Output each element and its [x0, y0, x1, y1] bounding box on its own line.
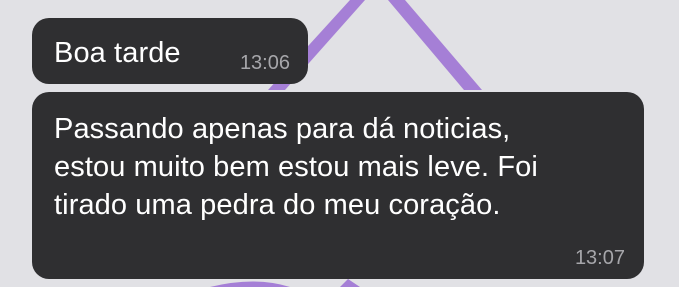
wallpaper-shape: [388, 0, 482, 90]
message-bubble[interactable]: Passando apenas para dá noticias, estou …: [32, 92, 644, 279]
wallpaper-shape: [210, 281, 290, 287]
message-bubble[interactable]: Boa tarde 13:06: [32, 18, 308, 84]
message-timestamp: 13:06: [239, 52, 290, 74]
wallpaper-shape: [340, 279, 360, 287]
message-text: Passando apenas para dá noticias, estou …: [54, 113, 538, 221]
message-timestamp: 13:07: [574, 247, 625, 269]
